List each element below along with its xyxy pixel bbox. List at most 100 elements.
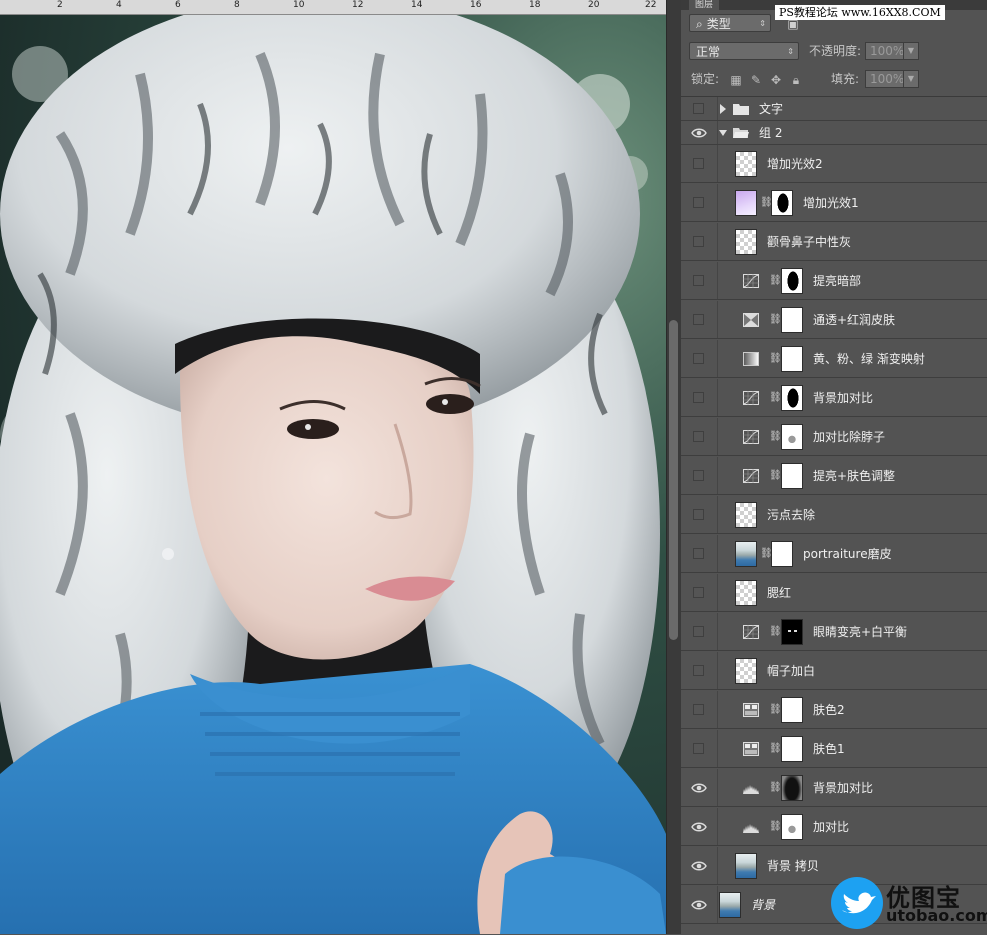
layer-name[interactable]: 帽子加白 — [767, 652, 815, 690]
tab-layers[interactable]: 图层 — [689, 0, 720, 10]
layer-name[interactable]: 污点去除 — [767, 496, 815, 534]
canvas-vertical-scrollbar[interactable] — [666, 0, 681, 934]
visibility-toggle[interactable] — [681, 652, 718, 689]
visibility-toggle[interactable] — [681, 340, 718, 377]
layer-row[interactable]: 帽子加白 — [681, 652, 987, 690]
layer-row[interactable]: ⛓ 加对比除脖子 — [681, 418, 987, 456]
visibility-toggle[interactable] — [681, 691, 718, 728]
chain-link-icon[interactable]: ⛓ — [769, 626, 782, 638]
visibility-toggle[interactable] — [681, 184, 718, 221]
layer-row[interactable]: ⛓ 肤色2 — [681, 691, 987, 729]
layer-row[interactable]: ⛓ 肤色1 — [681, 730, 987, 768]
visibility-toggle[interactable] — [681, 223, 718, 260]
layer-name[interactable]: 眼睛变亮+白平衡 — [813, 613, 907, 651]
layer-thumbnail[interactable] — [735, 190, 757, 216]
chain-link-icon[interactable]: ⛓ — [769, 821, 782, 833]
layer-row[interactable]: ⛓ portraiture磨皮 — [681, 535, 987, 573]
visibility-toggle[interactable] — [681, 121, 718, 144]
lock-brush-icon[interactable]: ✎ — [749, 73, 763, 87]
chain-link-icon[interactable]: ⛓ — [769, 314, 782, 326]
layer-row[interactable]: ⛓ 加对比 — [681, 808, 987, 846]
layer-thumbnail[interactable] — [735, 229, 757, 255]
layer-group-row[interactable]: 组 2 — [681, 121, 987, 145]
layer-mask-thumbnail[interactable] — [781, 463, 803, 489]
visibility-toggle[interactable] — [681, 574, 718, 611]
layer-thumbnail[interactable] — [735, 658, 757, 684]
layer-row[interactable]: ⛓ 提亮暗部 — [681, 262, 987, 300]
visibility-toggle[interactable] — [681, 613, 718, 650]
layer-thumbnail[interactable] — [735, 580, 757, 606]
layer-row[interactable]: 增加光效2 — [681, 145, 987, 183]
layer-name[interactable]: 背景加对比 — [813, 769, 873, 807]
layer-name[interactable]: 加对比除脖子 — [813, 418, 885, 456]
layer-row[interactable]: ⛓ 眼睛变亮+白平衡 — [681, 613, 987, 651]
layer-mask-thumbnail[interactable] — [781, 424, 803, 450]
visibility-toggle[interactable] — [681, 457, 718, 494]
layer-name[interactable]: 腮红 — [767, 574, 791, 612]
blend-mode-select[interactable]: 正常 ⇕ — [689, 42, 799, 60]
layer-row[interactable]: ⛓ 背景加对比 — [681, 379, 987, 417]
visibility-toggle[interactable] — [681, 808, 718, 845]
chain-link-icon[interactable]: ⛓ — [769, 275, 782, 287]
layer-mask-thumbnail[interactable] — [771, 190, 793, 216]
layer-mask-thumbnail[interactable] — [781, 736, 803, 762]
caret-right-icon[interactable] — [719, 104, 727, 114]
layer-row[interactable]: 腮红 — [681, 574, 987, 612]
layer-row[interactable]: 污点去除 — [681, 496, 987, 534]
layer-name[interactable]: 黄、粉、绿 渐变映射 — [813, 340, 925, 378]
layer-row[interactable]: ⛓ 增加光效1 — [681, 184, 987, 222]
layer-thumbnail[interactable] — [735, 151, 757, 177]
layer-thumbnail[interactable] — [735, 502, 757, 528]
layer-row[interactable]: 颧骨鼻子中性灰 — [681, 223, 987, 261]
layer-name[interactable]: 提亮+肤色调整 — [813, 457, 895, 495]
visibility-toggle[interactable] — [681, 496, 718, 533]
lock-move-icon[interactable]: ✥ — [769, 73, 783, 87]
layer-name[interactable]: 背景加对比 — [813, 379, 873, 417]
chain-link-icon[interactable]: ⛓ — [769, 704, 782, 716]
chevron-down-icon[interactable]: ▼ — [903, 70, 919, 88]
chain-link-icon[interactable]: ⛓ — [769, 392, 782, 404]
document-canvas[interactable]: 2 4 6 8 10 12 14 16 18 20 22 — [0, 0, 666, 934]
layer-mask-thumbnail[interactable] — [781, 775, 803, 801]
layer-mask-thumbnail[interactable] — [781, 814, 803, 840]
visibility-toggle[interactable] — [681, 847, 718, 884]
layer-name[interactable]: 加对比 — [813, 808, 849, 846]
layer-thumbnail[interactable] — [735, 541, 757, 567]
visibility-toggle[interactable] — [681, 97, 718, 120]
layer-mask-thumbnail[interactable] — [781, 697, 803, 723]
visibility-toggle[interactable] — [681, 769, 718, 806]
chain-link-icon[interactable]: ⛓ — [760, 197, 773, 209]
visibility-toggle[interactable] — [681, 379, 718, 416]
caret-down-icon[interactable] — [719, 128, 727, 138]
layer-mask-thumbnail[interactable] — [781, 268, 803, 294]
layer-name[interactable]: 通透+红润皮肤 — [813, 301, 895, 339]
visibility-toggle[interactable] — [681, 418, 718, 455]
lock-transparent-icon[interactable]: ▦ — [729, 73, 743, 87]
chain-link-icon[interactable]: ⛓ — [769, 743, 782, 755]
visibility-toggle[interactable] — [681, 730, 718, 767]
layer-name[interactable]: 增加光效1 — [803, 184, 859, 222]
layer-mask-thumbnail[interactable] — [781, 346, 803, 372]
layer-mask-thumbnail[interactable] — [771, 541, 793, 567]
layer-name[interactable]: 背景 — [751, 886, 775, 924]
scrollbar-thumb[interactable] — [669, 320, 678, 640]
layer-row[interactable]: ⛓ 背景加对比 — [681, 769, 987, 807]
chain-link-icon[interactable]: ⛓ — [769, 431, 782, 443]
chain-link-icon[interactable]: ⛓ — [769, 353, 782, 365]
layer-name[interactable]: 背景 拷贝 — [767, 847, 819, 885]
layer-name[interactable]: 增加光效2 — [767, 145, 823, 183]
chain-link-icon[interactable]: ⛓ — [760, 548, 773, 560]
layer-row[interactable]: ⛓ 提亮+肤色调整 — [681, 457, 987, 495]
layer-row[interactable]: ⛓ 通透+红润皮肤 — [681, 301, 987, 339]
layer-mask-thumbnail[interactable] — [781, 307, 803, 333]
layer-name[interactable]: 组 2 — [759, 121, 782, 145]
filter-kind-select[interactable]: ⌕ 类型 ⇕ — [689, 14, 771, 32]
visibility-toggle[interactable] — [681, 535, 718, 572]
layer-name[interactable]: 颧骨鼻子中性灰 — [767, 223, 851, 261]
layer-group-row[interactable]: 文字 — [681, 97, 987, 121]
chevron-down-icon[interactable]: ▼ — [903, 42, 919, 60]
layer-name[interactable]: 提亮暗部 — [813, 262, 861, 300]
layer-name[interactable]: 肤色2 — [813, 691, 845, 729]
chain-link-icon[interactable]: ⛓ — [769, 470, 782, 482]
visibility-toggle[interactable] — [681, 145, 718, 182]
